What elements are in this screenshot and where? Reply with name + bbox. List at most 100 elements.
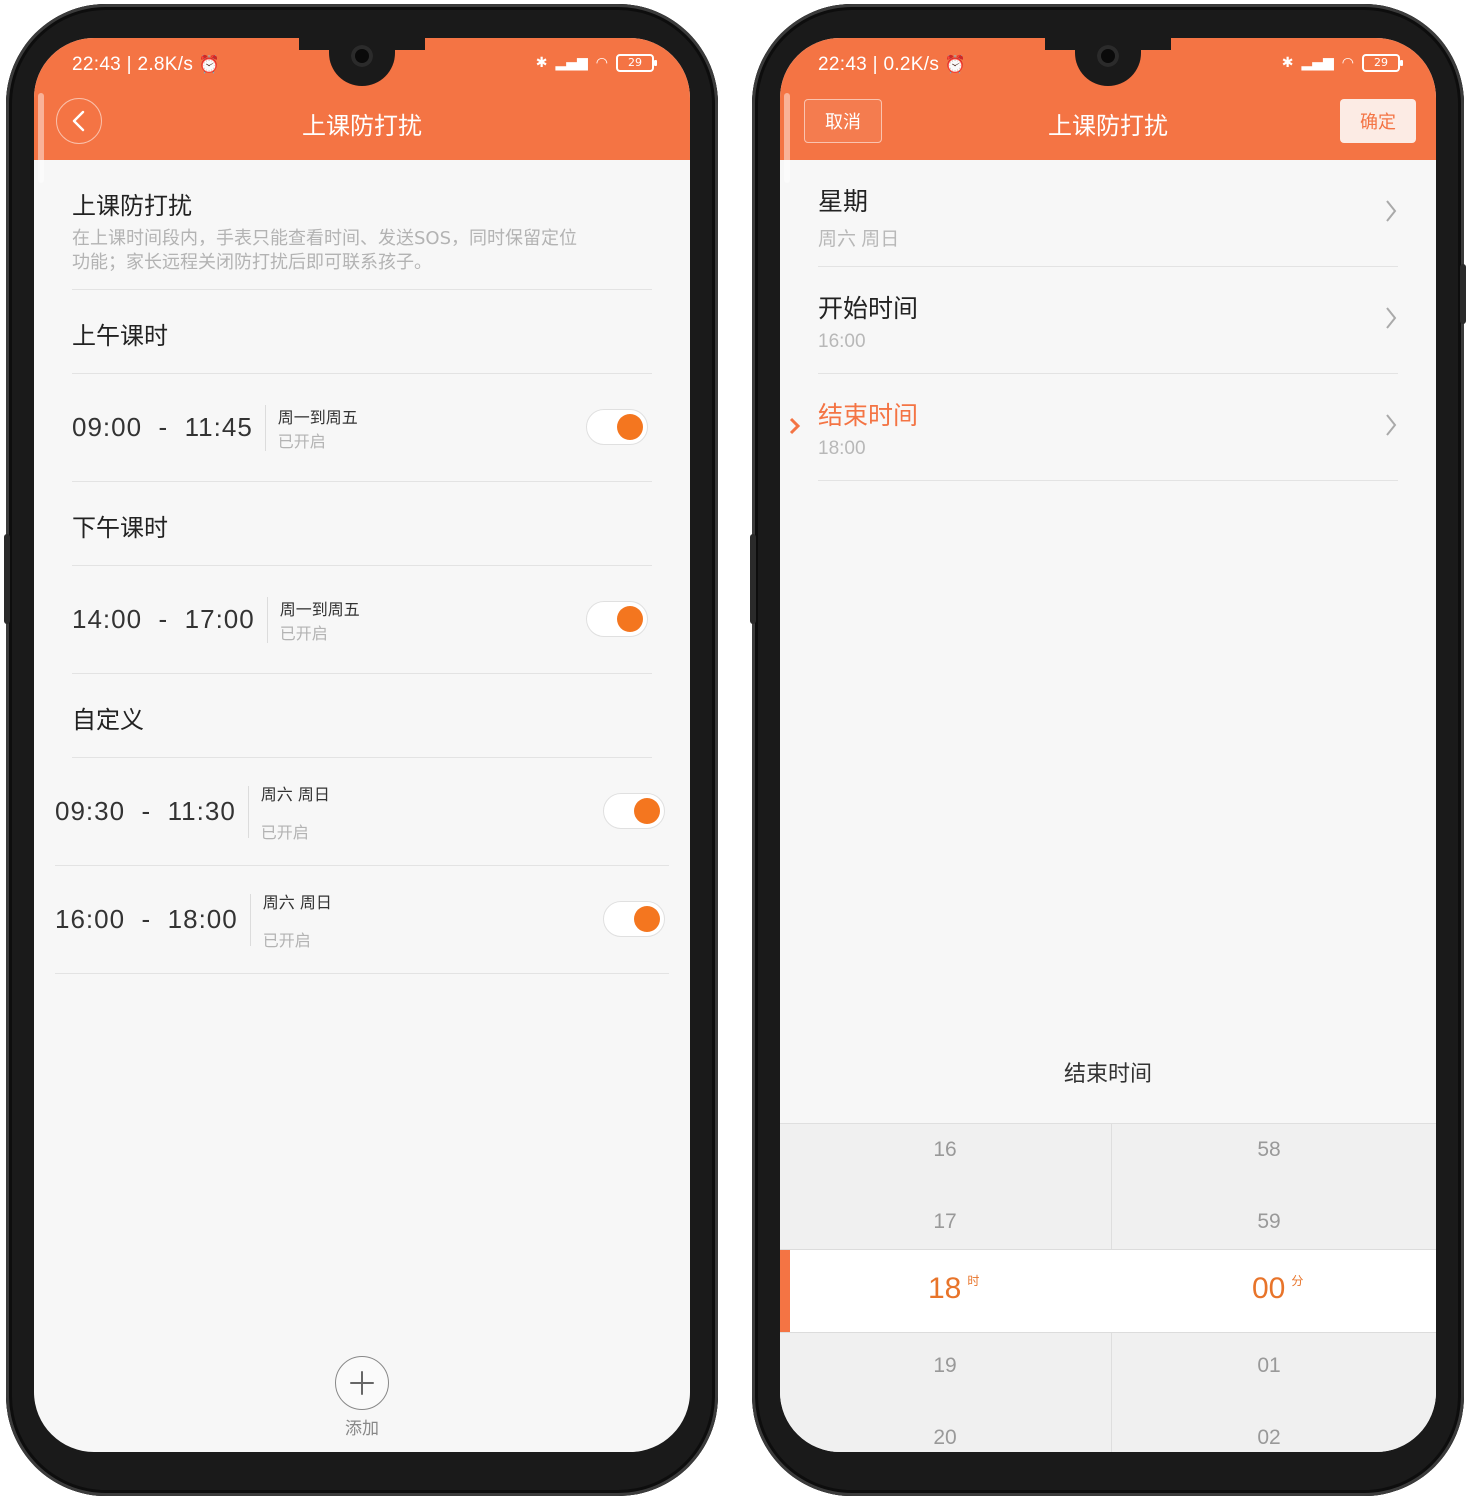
status-time: 22:43 bbox=[818, 54, 868, 75]
hour-option[interactable]: 19 bbox=[905, 1354, 985, 1378]
schedule-time: 09:00 - 11:45 bbox=[72, 412, 253, 442]
schedule-row[interactable]: 16:00 - 18:00 周六 周日 已开启 bbox=[55, 866, 669, 974]
setting-value: 16:00 bbox=[818, 331, 866, 352]
section-label: 自定义 bbox=[72, 706, 144, 734]
divider bbox=[266, 596, 268, 643]
page-title: 上课防打扰 bbox=[302, 112, 422, 140]
schedule-meta: 周六 周日 已开启 bbox=[263, 889, 332, 951]
add-label: 添加 bbox=[345, 1419, 379, 1439]
schedule-days: 周一到周五 bbox=[279, 599, 360, 619]
picker-selection: 18 时 00 分 bbox=[780, 1249, 1436, 1333]
header-block: 上课防打扰 在上课时间段内，手表只能查看时间、发送SOS，同时保留定位 功能；家… bbox=[72, 186, 652, 290]
page-title: 上课防打扰 bbox=[1048, 112, 1168, 140]
wifi-icon: ◠ bbox=[595, 55, 608, 71]
schedule-row[interactable]: 09:30 - 11:30 周六 周日 已开启 bbox=[55, 758, 669, 866]
right-phone: 22:43 | 0.2K/s ⏰ ✱ ▂▄▆ ◠ 29 取消 上课防打扰 确定 … bbox=[750, 4, 1466, 1496]
add-circle[interactable] bbox=[335, 1356, 389, 1410]
side-button bbox=[1460, 264, 1466, 324]
alarm-icon: ⏰ bbox=[944, 55, 967, 74]
schedule-state: 已开启 bbox=[262, 930, 311, 950]
bluetooth-icon: ✱ bbox=[535, 55, 548, 71]
status-bar-left: 22:43 | 0.2K/s ⏰ bbox=[818, 54, 967, 75]
section-custom: 自定义 bbox=[72, 674, 652, 758]
camera-icon bbox=[1097, 45, 1119, 67]
schedule-meta: 周一到周五 已开启 bbox=[278, 404, 358, 452]
section-afternoon: 下午课时 bbox=[72, 482, 652, 566]
battery-level: 29 bbox=[1374, 56, 1388, 69]
schedule-state: 已开启 bbox=[277, 431, 326, 451]
divider bbox=[264, 404, 266, 451]
camera-notch bbox=[1045, 38, 1171, 86]
selection-bar bbox=[780, 1250, 790, 1332]
schedule-row[interactable]: 09:00 - 11:45 周一到周五 已开启 bbox=[72, 374, 652, 482]
toggle-knob bbox=[634, 798, 660, 824]
battery-icon: 29 bbox=[1362, 54, 1403, 72]
setting-value: 周六 周日 bbox=[818, 229, 900, 250]
setting-label: 星期 bbox=[818, 187, 869, 216]
schedule-time: 16:00 - 18:00 bbox=[55, 904, 238, 934]
status-bar-right: ✱ ▂▄▆ ◠ 29 bbox=[535, 54, 657, 72]
signal-icon: ▂▄▆ bbox=[1301, 55, 1334, 71]
add-schedule-button[interactable]: 添加 bbox=[334, 1356, 390, 1439]
schedule-meta: 周一到周五 已开启 bbox=[280, 596, 360, 644]
schedule-days: 周一到周五 bbox=[277, 407, 358, 427]
minute-option[interactable]: 59 bbox=[1229, 1210, 1309, 1234]
side-button bbox=[750, 534, 756, 624]
schedule-toggle[interactable] bbox=[603, 793, 665, 829]
divider bbox=[249, 893, 251, 946]
toggle-knob bbox=[617, 606, 643, 632]
hour-option[interactable]: 20 bbox=[905, 1426, 985, 1450]
section-label: 下午课时 bbox=[72, 514, 168, 542]
right-screen: 22:43 | 0.2K/s ⏰ ✱ ▂▄▆ ◠ 29 取消 上课防打扰 确定 … bbox=[780, 38, 1436, 1452]
battery-icon: 29 bbox=[616, 54, 657, 72]
schedule-time: 14:00 - 17:00 bbox=[72, 604, 255, 634]
schedule-state: 已开启 bbox=[279, 623, 328, 643]
chevron-right-icon bbox=[1386, 414, 1397, 436]
battery-level: 29 bbox=[628, 56, 642, 69]
setting-weekday[interactable]: 星期 周六 周日 bbox=[818, 160, 1398, 267]
confirm-button[interactable]: 确定 bbox=[1340, 99, 1416, 143]
left-screen: 22:43 | 2.8K/s ⏰ ✱ ▂▄▆ ◠ 29 上课防打扰 上课防打扰 … bbox=[34, 38, 690, 1452]
minute-option[interactable]: 58 bbox=[1229, 1138, 1309, 1162]
alarm-icon: ⏰ bbox=[198, 55, 221, 74]
hour-unit: 时 bbox=[967, 1274, 980, 1288]
toggle-knob bbox=[634, 906, 660, 932]
header-description: 在上课时间段内，手表只能查看时间、发送SOS，同时保留定位 功能；家长远程关闭防… bbox=[72, 227, 652, 275]
section-label: 上午课时 bbox=[72, 322, 168, 350]
section-morning: 上午课时 bbox=[72, 290, 652, 374]
signal-icon: ▂▄▆ bbox=[555, 55, 588, 71]
description-line: 在上课时间段内，手表只能查看时间、发送SOS，同时保留定位 bbox=[72, 228, 578, 249]
title-bar: 22:43 | 0.2K/s ⏰ ✱ ▂▄▆ ◠ 29 取消 上课防打扰 确定 bbox=[780, 38, 1436, 183]
toggle-knob bbox=[617, 414, 643, 440]
wifi-icon: ◠ bbox=[1341, 55, 1354, 71]
schedule-days: 周六 周日 bbox=[262, 892, 332, 912]
setting-end-time[interactable]: 结束时间 18:00 bbox=[789, 374, 1398, 481]
network-speed: 2.8K/s bbox=[137, 54, 194, 75]
selected-minute[interactable]: 00 分 bbox=[1252, 1272, 1303, 1306]
setting-start-time[interactable]: 开始时间 16:00 bbox=[818, 267, 1398, 374]
hour-option[interactable]: 17 bbox=[905, 1210, 985, 1234]
minute-unit: 分 bbox=[1291, 1274, 1304, 1288]
side-button bbox=[4, 534, 10, 624]
status-time: 22:43 bbox=[72, 54, 122, 75]
minute-option[interactable]: 02 bbox=[1229, 1426, 1309, 1450]
time-picker[interactable]: 18 时 00 分 16 17 19 20 58 59 01 02 bbox=[780, 1123, 1436, 1452]
schedule-toggle[interactable] bbox=[586, 601, 648, 637]
camera-notch bbox=[299, 38, 425, 86]
setting-value: 18:00 bbox=[818, 438, 866, 459]
schedule-toggle[interactable] bbox=[586, 409, 648, 445]
setting-label: 结束时间 bbox=[818, 401, 919, 430]
status-bar-right: ✱ ▂▄▆ ◠ 29 bbox=[1281, 54, 1403, 72]
selected-marker-icon bbox=[789, 417, 801, 435]
title-bar: 22:43 | 2.8K/s ⏰ ✱ ▂▄▆ ◠ 29 上课防打扰 bbox=[34, 38, 690, 183]
schedule-toggle[interactable] bbox=[603, 901, 665, 937]
schedule-row[interactable]: 14:00 - 17:00 周一到周五 已开启 bbox=[72, 566, 652, 674]
setting-label: 开始时间 bbox=[818, 294, 919, 323]
selected-hour[interactable]: 18 时 bbox=[928, 1272, 979, 1306]
camera-icon bbox=[351, 45, 373, 67]
header-title: 上课防打扰 bbox=[72, 192, 192, 220]
bluetooth-icon: ✱ bbox=[1281, 55, 1294, 71]
minute-option[interactable]: 01 bbox=[1229, 1354, 1309, 1378]
hour-option[interactable]: 16 bbox=[905, 1138, 985, 1162]
network-speed: 0.2K/s bbox=[883, 54, 940, 75]
